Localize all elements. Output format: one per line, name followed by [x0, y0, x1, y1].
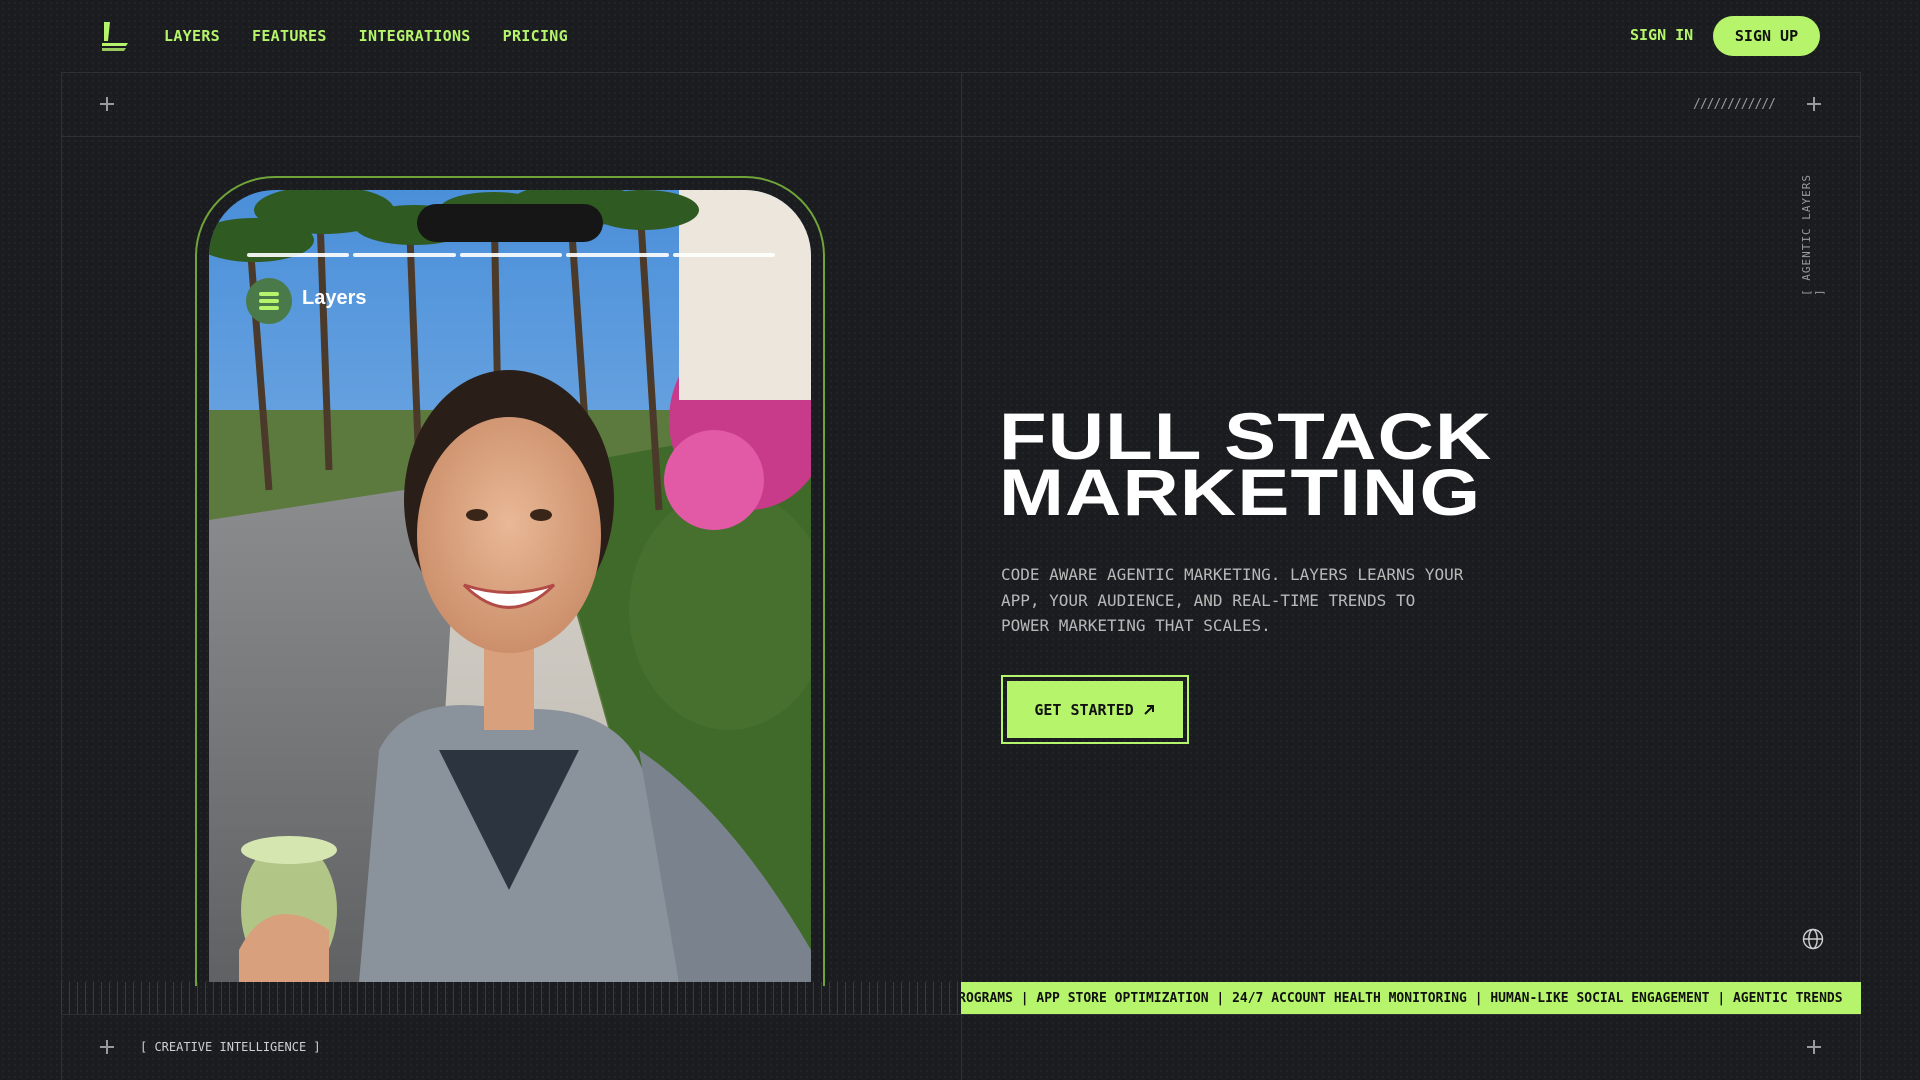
nav-link-layers[interactable]: LAYERS [164, 27, 220, 45]
get-started-inner: GET STARTED [1007, 681, 1183, 738]
story-segment [566, 253, 669, 257]
story-segment [247, 253, 350, 257]
ticker-track-decor [61, 982, 961, 1014]
story-brand-name: Layers [302, 287, 367, 309]
nav-link-integrations[interactable]: INTEGRATIONS [359, 27, 471, 45]
vertical-section-label: [ AGENTIC LAYERS ] [1800, 174, 1826, 296]
creative-intelligence-label: [ CREATIVE INTELLIGENCE ] [140, 1040, 321, 1054]
divider-line [961, 72, 962, 1080]
hero-title: FULL STACK MARKETING [999, 403, 1707, 529]
divider-line [1860, 72, 1861, 1080]
decorative-slashes: //////////// [1693, 97, 1776, 112]
globe-icon[interactable] [1802, 928, 1824, 950]
ticker-text: TOR PROGRAMS | APP STORE OPTIMIZATION | … [961, 990, 1843, 1006]
nav-link-features[interactable]: FEATURES [252, 27, 327, 45]
get-started-label: GET STARTED [1034, 700, 1134, 719]
layers-logo-icon[interactable] [98, 19, 132, 53]
sign-up-button[interactable]: SIGN UP [1713, 16, 1820, 56]
story-segment [672, 253, 776, 257]
nav-link-pricing[interactable]: PRICING [503, 27, 568, 45]
plus-icon [100, 97, 114, 111]
hero-description: CODE AWARE AGENTIC MARKETING. LAYERS LEA… [1001, 565, 1464, 635]
arrow-up-right-icon [1143, 704, 1154, 715]
layers-avatar-icon[interactable] [246, 278, 292, 324]
selfie-video-image [209, 190, 811, 982]
nav-links: LAYERS FEATURES INTEGRATIONS PRICING [164, 0, 568, 72]
plus-icon [1807, 97, 1821, 111]
divider-line [61, 72, 62, 1080]
hero-title-line2: MARKETING [999, 455, 1482, 529]
top-navbar: LAYERS FEATURES INTEGRATIONS PRICING SIG… [0, 0, 1920, 72]
get-started-button[interactable]: GET STARTED [1001, 675, 1189, 744]
story-segment [459, 253, 563, 257]
services-ticker: TOR PROGRAMS | APP STORE OPTIMIZATION | … [961, 982, 1861, 1014]
sign-in-link[interactable]: SIGN IN [1630, 26, 1693, 44]
phone-notch [417, 204, 603, 242]
phone-screen-video[interactable]: Layers [209, 190, 811, 982]
plus-icon [100, 1040, 114, 1054]
story-progress-bar [247, 253, 776, 257]
story-segment [353, 253, 456, 257]
plus-icon [1807, 1040, 1821, 1054]
